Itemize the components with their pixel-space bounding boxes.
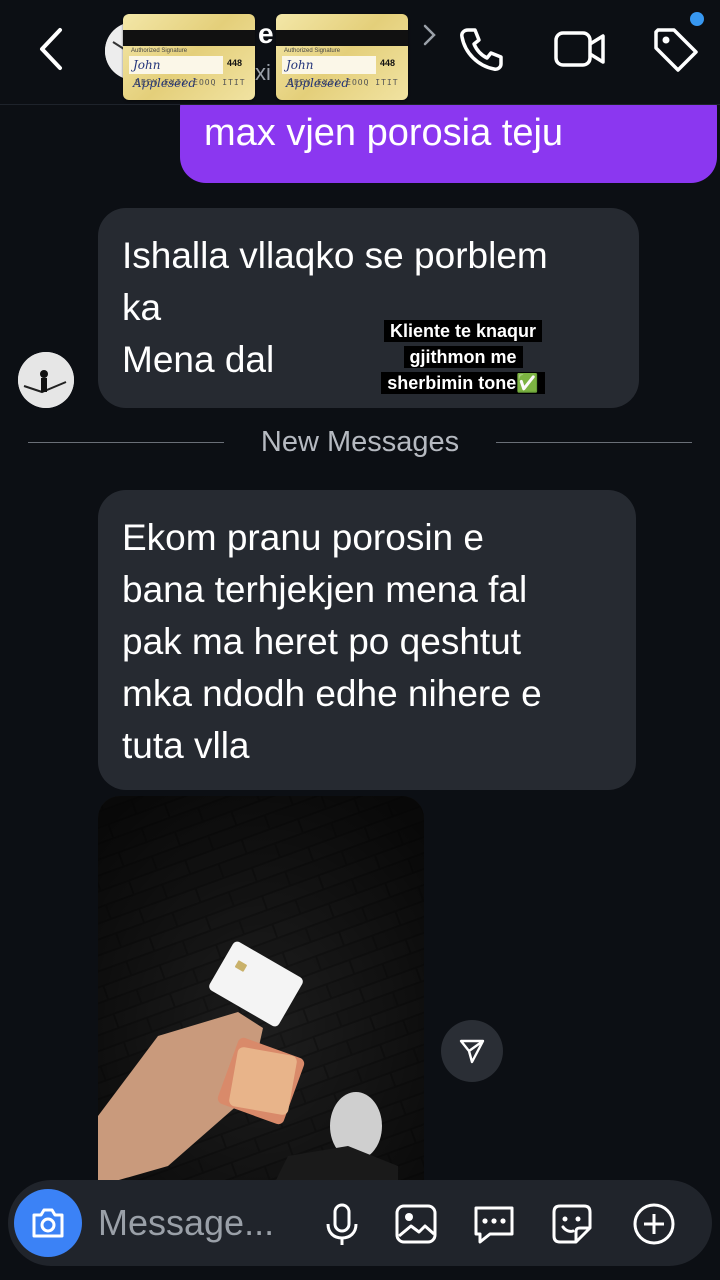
sticker-icon[interactable]: [548, 1200, 596, 1248]
message-line: tuta vlla: [122, 725, 250, 766]
card-auth-label: Authorized Signature: [131, 48, 188, 54]
sender-avatar[interactable]: [18, 352, 74, 408]
caption-line: gjithmon me: [403, 346, 523, 368]
message-text: max vjen porosia teju: [204, 112, 564, 154]
card-cvv: 448: [380, 58, 396, 68]
divider-line: [496, 442, 692, 443]
incoming-message[interactable]: Ishalla vllaqko se porblem ka Mena dal: [98, 208, 639, 408]
caption-line: sherbimin tone✅: [381, 372, 545, 394]
chat-header: e xi Authorized Signature John Appleseed…: [0, 0, 720, 105]
camera-icon: [32, 1208, 64, 1238]
caption-line: Kliente te knaqur: [383, 320, 543, 342]
send-icon: [459, 1039, 485, 1064]
video-icon[interactable]: [553, 24, 605, 74]
message-input[interactable]: [98, 1200, 308, 1246]
story-caption-overlay: Kliente te knaqur gjithmon me sherbimin …: [370, 318, 556, 396]
tag-icon[interactable]: [650, 24, 700, 74]
chevron-right-icon[interactable]: [420, 20, 440, 50]
message-line: Ishalla vllaqko se porblem: [122, 235, 548, 276]
share-button[interactable]: [441, 1020, 503, 1082]
card-numbers: EEEY EXIY EOOQ ITIT: [135, 78, 246, 87]
notification-dot: [690, 12, 704, 26]
camera-button[interactable]: [14, 1189, 82, 1257]
credit-card-sticker: Authorized Signature John Appleseed 448 …: [123, 14, 255, 100]
card-signature: John Appleseed: [129, 56, 223, 90]
phone-icon[interactable]: [456, 24, 506, 74]
credit-card-sticker: Authorized Signature John Appleseed 448 …: [276, 14, 408, 100]
photo-attachment[interactable]: [98, 796, 424, 1186]
message-composer: [8, 1180, 712, 1266]
card-cvv: 448: [227, 58, 243, 68]
back-icon[interactable]: [30, 24, 74, 74]
card-signature: John Appleseed: [282, 56, 376, 90]
card-magnetic-stripe: [276, 30, 408, 46]
microphone-icon[interactable]: [318, 1200, 366, 1248]
contact-subtitle: xi: [255, 60, 271, 85]
contact-name[interactable]: e: [258, 18, 274, 50]
gallery-icon[interactable]: [392, 1200, 440, 1248]
message-line: pak ma heret po qeshtut: [122, 621, 522, 662]
card-magnetic-stripe: [123, 30, 255, 46]
new-messages-label: New Messages: [260, 426, 460, 458]
plus-icon[interactable]: [630, 1200, 678, 1248]
divider-line: [28, 442, 224, 443]
message-line: mka ndodh edhe nihere e: [122, 673, 542, 714]
message-line: bana terhjekjen mena fal: [122, 569, 528, 610]
chat-bubble-icon[interactable]: [470, 1200, 518, 1248]
card-numbers: EEEY EXIY EOOQ ITIT: [288, 78, 399, 87]
message-line: Ekom pranu porosin e: [122, 517, 484, 558]
incoming-message[interactable]: Ekom pranu porosin e bana terhjekjen men…: [98, 490, 636, 790]
card-auth-label: Authorized Signature: [284, 48, 341, 54]
